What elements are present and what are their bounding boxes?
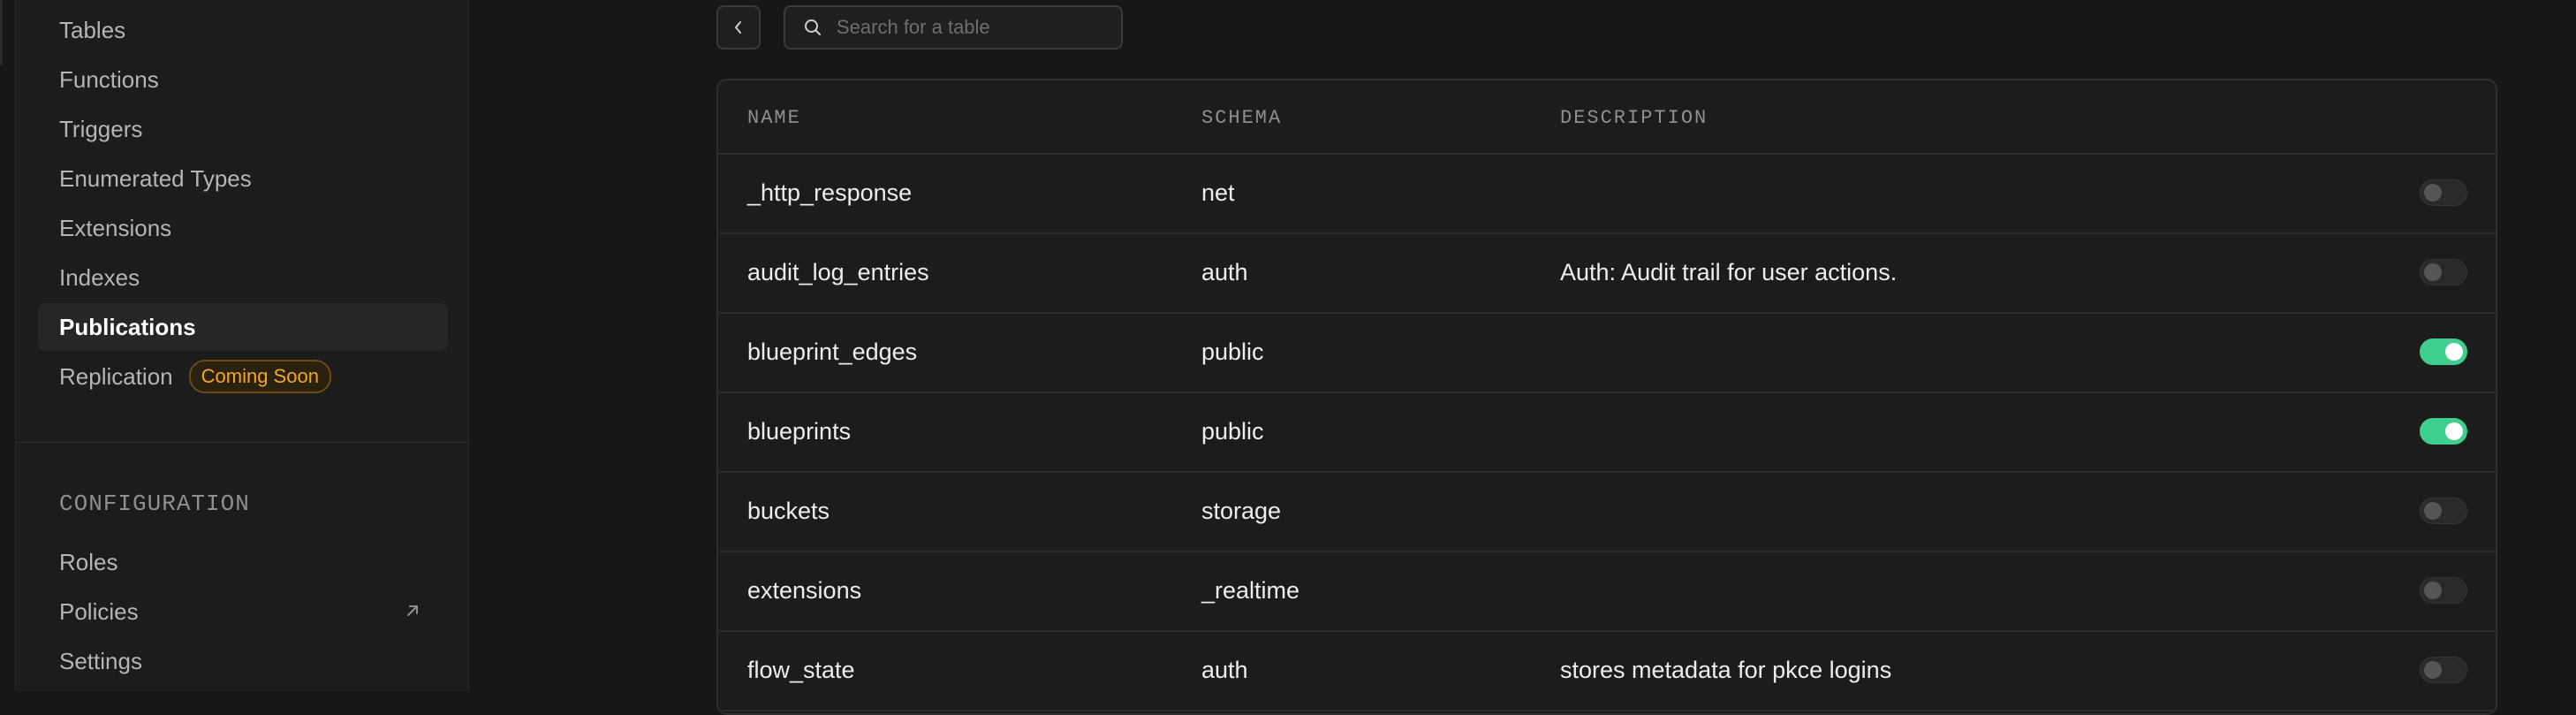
publication-toggle[interactable] [2420,577,2467,604]
toggle-knob [2445,422,2463,440]
table-name-cell: blueprint_edges [747,338,918,365]
sidebar-item-label: Enumerated Types [59,164,252,192]
table-row: blueprint_edges public [718,312,2496,393]
toggle-knob [2424,184,2442,202]
sidebar-item-tables[interactable]: Tables [38,6,448,54]
section-heading-configuration: CONFIGURATION [59,491,250,517]
sidebar-item-label: Indexes [59,263,140,291]
sidebar-item-label: Replication [59,362,173,390]
sidebar-item-label: Tables [59,16,126,43]
table-header: NAME SCHEMA DESCRIPTION [718,80,2496,155]
table-name-cell: buckets [747,498,830,524]
table-name-cell: extensions [747,577,862,604]
back-button[interactable] [716,5,761,49]
coming-soon-badge: Coming Soon [188,360,331,393]
schema-cell: storage [1201,498,1282,524]
table-row: buckets storage [718,471,2496,552]
publication-toggle[interactable] [2420,259,2467,285]
schema-cell: public [1201,338,1264,365]
table-name-cell: audit_log_entries [747,259,929,285]
schema-cell: _realtime [1201,577,1300,604]
sidebar-item-label: Settings [59,647,142,674]
publication-toggle[interactable] [2420,179,2467,206]
description-cell: stores metadata for pkce logins [1560,657,1892,683]
toggle-knob [2445,343,2463,361]
toggle-knob [2424,661,2442,679]
sidebar-item-label: Triggers [59,115,143,142]
publication-toggle[interactable] [2420,338,2467,365]
sidebar-item-label: Functions [59,65,159,93]
sidebar-item-replication[interactable]: Replication Coming Soon [38,353,448,400]
toggle-knob [2424,502,2442,520]
sidebar-item-policies[interactable]: Policies [38,588,448,635]
schema-cell: auth [1201,657,1248,683]
column-header-name: NAME [747,107,801,129]
sidebar-item-label: Publications [59,313,196,340]
table-row: _http_response net [718,153,2496,234]
sidebar-item-enumerated-types[interactable]: Enumerated Types [38,155,448,202]
publications-table: NAME SCHEMA DESCRIPTION _http_response n… [716,79,2497,715]
sidebar-item-publications[interactable]: Publications [38,303,448,351]
table-name-cell: _http_response [747,179,913,206]
sidebar-item-label: Policies [59,597,139,625]
description-cell: Auth: Audit trail for user actions. [1560,259,1898,285]
search-icon [805,19,821,35]
collapsed-panel-edge [0,0,3,65]
sidebar-item-settings[interactable]: Settings [38,637,448,685]
external-link-icon [407,605,418,616]
sidebar-item-functions[interactable]: Functions [38,56,448,103]
publication-toggle[interactable] [2420,657,2467,683]
column-header-description: DESCRIPTION [1560,107,1708,129]
table-row: extensions _realtime [718,551,2496,632]
table-row: flow_state auth stores metadata for pkce… [718,630,2496,711]
sidebar-divider [16,442,468,443]
table-row: blueprints public [718,392,2496,473]
search-input[interactable] [835,15,1103,40]
schema-cell: net [1201,179,1235,206]
sidebar-item-triggers[interactable]: Triggers [38,105,448,153]
schema-cell: auth [1201,259,1248,285]
sidebar-item-roles[interactable]: Roles [38,538,448,586]
table-name-cell: blueprints [747,418,852,445]
table-name-cell: flow_state [747,657,855,683]
schema-cell: public [1201,418,1264,445]
chevron-left-icon [735,21,741,34]
publication-toggle[interactable] [2420,418,2467,445]
table-search[interactable] [784,5,1123,49]
sidebar-item-extensions[interactable]: Extensions [38,204,448,252]
sidebar-item-indexes[interactable]: Indexes [38,254,448,301]
table-row: audit_log_entries auth Auth: Audit trail… [718,232,2496,314]
sidebar-item-label: Extensions [59,214,172,241]
sidebar-item-label: Roles [59,548,118,575]
sidebar: Tables Functions Triggers Enumerated Typ… [15,0,469,691]
column-header-schema: SCHEMA [1201,107,1283,129]
publication-toggle[interactable] [2420,498,2467,524]
toggle-knob [2424,263,2442,281]
toggle-knob [2424,582,2442,599]
